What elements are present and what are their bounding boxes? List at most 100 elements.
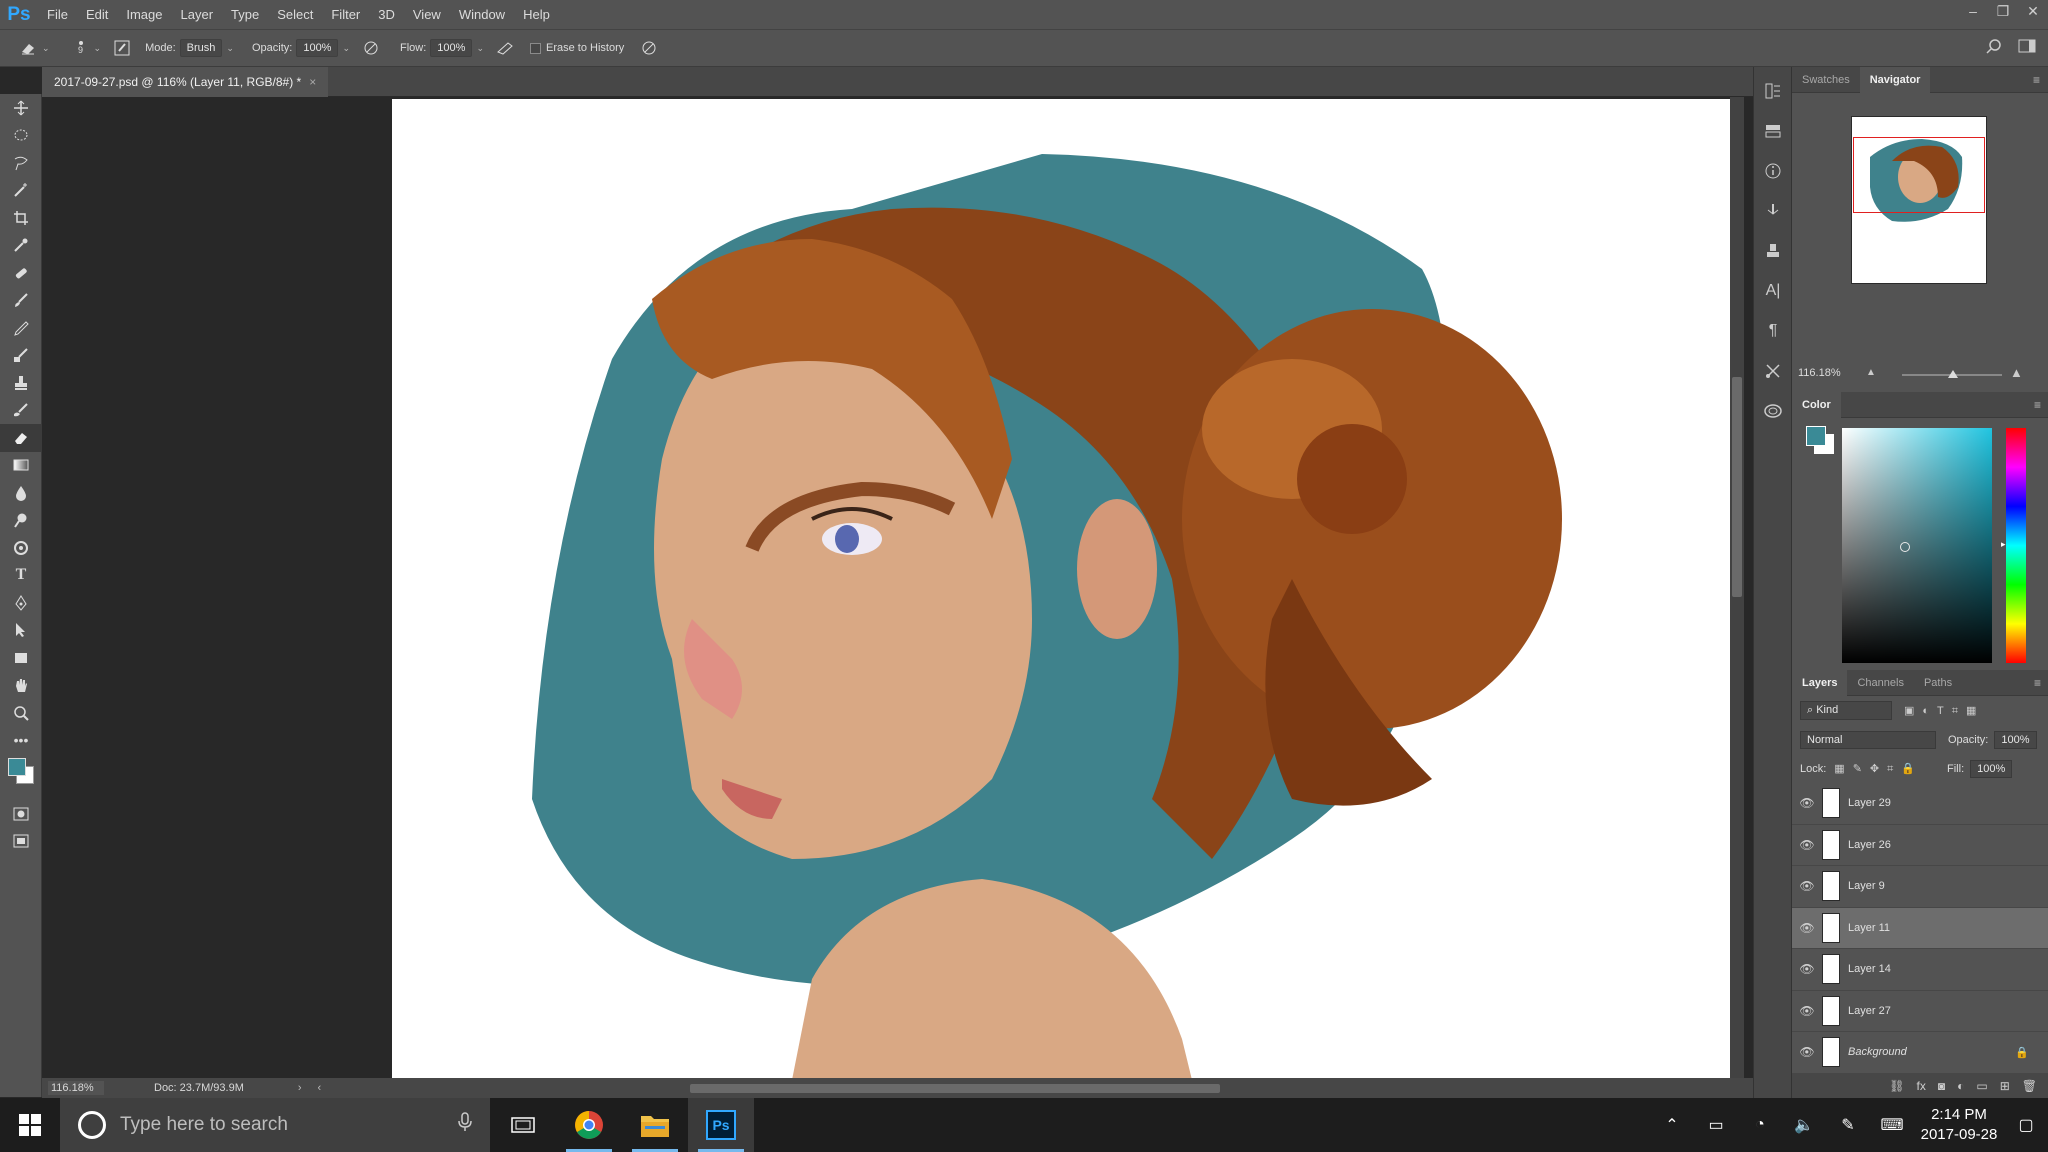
rectangle-tool[interactable]: [0, 644, 42, 672]
hue-slider-marker[interactable]: ▸: [2001, 539, 2006, 550]
horizontal-scroll-thumb[interactable]: [690, 1084, 1220, 1093]
move-tool[interactable]: [0, 94, 42, 122]
layer-row[interactable]: 👁 Layer 9: [1792, 866, 2048, 908]
document-size-info[interactable]: Doc: 23.7M/93.9M: [154, 1082, 244, 1094]
visibility-eye-icon[interactable]: 👁: [1792, 1045, 1822, 1059]
link-layers-icon[interactable]: ⛓: [1889, 1079, 1904, 1093]
zoom-tool[interactable]: [0, 699, 42, 727]
quick-mask-button[interactable]: [0, 800, 42, 828]
mixer-brush-tool[interactable]: [0, 342, 42, 370]
start-button[interactable]: [0, 1098, 60, 1152]
pen-tool[interactable]: [0, 589, 42, 617]
scroll-left-icon[interactable]: ‹: [318, 1082, 322, 1094]
vertical-scrollbar[interactable]: [1730, 97, 1744, 1078]
lock-icons[interactable]: ▦✎✥⌗🔒: [1834, 762, 1923, 776]
gradient-tool[interactable]: [0, 452, 42, 480]
tab-channels[interactable]: Channels: [1847, 670, 1913, 696]
search-icon[interactable]: [1986, 38, 2002, 57]
visibility-eye-icon[interactable]: 👁: [1792, 962, 1822, 976]
navigator-preview[interactable]: [1851, 116, 1987, 284]
brush-tool[interactable]: [0, 287, 42, 315]
dodge-tool[interactable]: [0, 507, 42, 535]
menu-help[interactable]: Help: [514, 0, 559, 29]
layer-filter-icons[interactable]: ▣◐T⌗▦: [1904, 704, 1984, 718]
panel-menu-icon[interactable]: ≡: [2034, 676, 2041, 690]
navigator-view-rectangle[interactable]: [1853, 137, 1985, 213]
menu-filter[interactable]: Filter: [322, 0, 369, 29]
chrome-taskbar-button[interactable]: [556, 1098, 622, 1152]
pressure-opacity-icon[interactable]: [360, 37, 382, 59]
close-window-button[interactable]: ✕: [2018, 0, 2048, 22]
brush-size-picker[interactable]: 9: [70, 37, 92, 59]
layer-opacity-input[interactable]: 100%: [1994, 730, 2037, 749]
flow-input[interactable]: 100%: [430, 39, 473, 57]
menu-edit[interactable]: Edit: [77, 0, 117, 29]
battery-icon[interactable]: ▭: [1694, 1115, 1738, 1135]
navigator-zoom-value[interactable]: 116.18%: [1798, 367, 1841, 379]
wifi-icon[interactable]: ◔: [1738, 1116, 1782, 1134]
workspace-icon[interactable]: [2018, 38, 2036, 57]
eraser-tool[interactable]: [0, 424, 42, 452]
color-swatches[interactable]: [0, 754, 42, 800]
menu-window[interactable]: Window: [450, 0, 514, 29]
airbrush-icon[interactable]: [494, 37, 516, 59]
tool-presets-icon[interactable]: [1754, 355, 1792, 387]
brush-settings-icon[interactable]: [1754, 195, 1792, 227]
chevron-down-icon[interactable]: ⌄: [226, 43, 234, 54]
add-mask-icon[interactable]: ◙: [1938, 1079, 1945, 1093]
more-tools-button[interactable]: •••: [0, 727, 42, 755]
clone-stamp-tool[interactable]: [0, 369, 42, 397]
menu-file[interactable]: File: [38, 0, 77, 29]
pressure-size-icon[interactable]: [638, 37, 660, 59]
type-tool[interactable]: T: [0, 562, 42, 590]
document-canvas[interactable]: [392, 99, 1732, 1078]
menu-type[interactable]: Type: [222, 0, 268, 29]
chevron-down-icon[interactable]: ⌄: [94, 43, 102, 54]
chevron-down-icon[interactable]: ⌄: [342, 43, 350, 54]
tab-paths[interactable]: Paths: [1914, 670, 1962, 696]
new-layer-icon[interactable]: ⊞: [2000, 1079, 2010, 1093]
visibility-eye-icon[interactable]: 👁: [1792, 879, 1822, 893]
menu-layer[interactable]: Layer: [172, 0, 223, 29]
color-foreground-swatch[interactable]: [1806, 426, 1826, 446]
crop-tool[interactable]: [0, 204, 42, 232]
panel-menu-icon[interactable]: ≡: [2034, 398, 2041, 412]
zoom-out-icon[interactable]: ▲: [1866, 367, 1876, 378]
history-brush-tool[interactable]: [0, 397, 42, 425]
visibility-eye-icon[interactable]: 👁: [1792, 921, 1822, 935]
character-panel-icon[interactable]: A|: [1754, 275, 1792, 307]
layer-row-background[interactable]: 👁 Background 🔒: [1792, 1032, 2048, 1074]
file-explorer-taskbar-button[interactable]: [622, 1098, 688, 1152]
zoom-level-field[interactable]: 116.18%: [48, 1081, 104, 1095]
taskbar-search[interactable]: Type here to search: [60, 1098, 490, 1152]
new-group-icon[interactable]: ▭: [1976, 1079, 1987, 1093]
photoshop-taskbar-button[interactable]: Ps: [688, 1098, 754, 1152]
volume-icon[interactable]: 🔈: [1782, 1115, 1826, 1135]
delete-layer-icon[interactable]: 🗑: [2022, 1079, 2037, 1093]
foreground-color-swatch[interactable]: [8, 758, 26, 776]
marquee-tool[interactable]: [0, 122, 42, 150]
brush-panel-icon[interactable]: [111, 37, 133, 59]
history-panel-icon[interactable]: [1754, 75, 1792, 107]
libraries-icon[interactable]: [1754, 395, 1792, 427]
tab-swatches[interactable]: Swatches: [1792, 67, 1860, 93]
menu-view[interactable]: View: [404, 0, 450, 29]
healing-brush-tool[interactable]: [0, 259, 42, 287]
blend-mode-select[interactable]: Normal: [1800, 730, 1936, 749]
lasso-tool[interactable]: [0, 149, 42, 177]
layer-kind-filter[interactable]: ⌕ Kind: [1800, 701, 1892, 720]
screen-mode-button[interactable]: [0, 828, 42, 856]
visibility-eye-icon[interactable]: 👁: [1792, 1004, 1822, 1018]
microphone-icon[interactable]: [458, 1112, 472, 1138]
hue-slider[interactable]: [2006, 428, 2026, 663]
menu-image[interactable]: Image: [117, 0, 171, 29]
visibility-eye-icon[interactable]: 👁: [1792, 796, 1822, 810]
magic-wand-tool[interactable]: [0, 177, 42, 205]
clone-source-icon[interactable]: [1754, 235, 1792, 267]
color-picker-cursor[interactable]: [1900, 542, 1910, 552]
properties-panel-icon[interactable]: [1754, 115, 1792, 147]
minimize-button[interactable]: –: [1958, 0, 1988, 22]
fx-icon[interactable]: fx: [1917, 1079, 1926, 1093]
hand-tool[interactable]: [0, 672, 42, 700]
pen-workspace-icon[interactable]: ✎: [1826, 1115, 1870, 1135]
